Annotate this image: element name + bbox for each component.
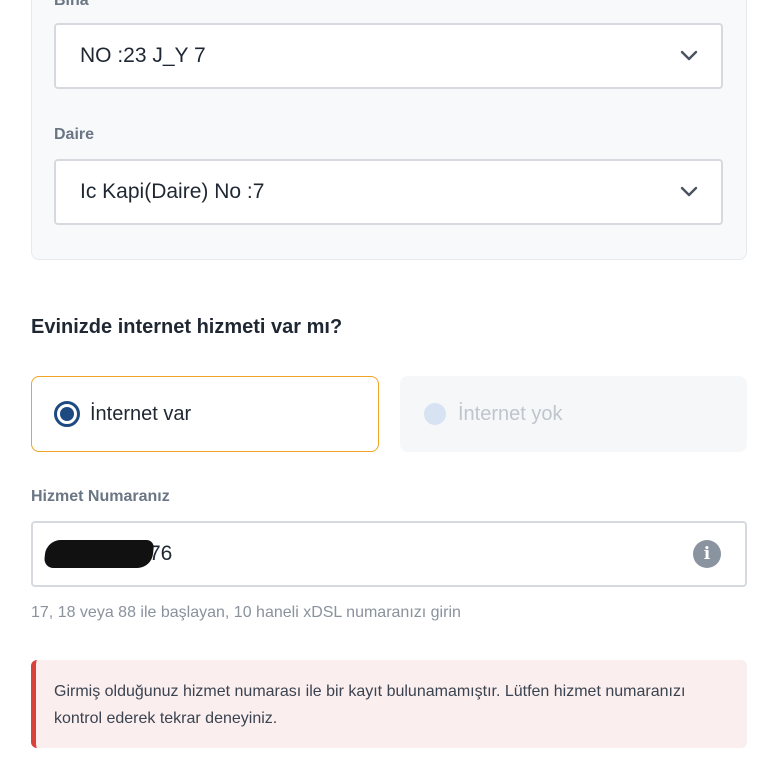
chevron-down-icon (679, 46, 699, 66)
radio-internet-yes[interactable]: İnternet var (31, 376, 379, 452)
chevron-down-icon (679, 182, 699, 202)
radio-internet-yes-label: İnternet var (90, 402, 192, 425)
page: Bina NO :23 J_Y 7 Daire Ic Kapi(Daire) N… (0, 0, 768, 768)
service-number-input[interactable]: 76 i (31, 521, 747, 587)
apartment-label: Daire (54, 126, 95, 143)
redaction-mark (43, 540, 155, 568)
error-alert: Girmiş olduğunuz hizmet numarası ile bir… (31, 660, 747, 748)
apartment-select-value: Ic Kapi(Daire) No :7 (80, 180, 265, 203)
building-select[interactable]: NO :23 J_Y 7 (54, 23, 723, 89)
radio-selected-icon (54, 401, 80, 427)
service-number-value: 76 (149, 542, 173, 565)
radio-unselected-icon (424, 403, 446, 425)
service-number-label: Hizmet Numaranız (31, 488, 170, 505)
service-number-hint: 17, 18 veya 88 ile başlayan, 10 haneli x… (31, 604, 461, 621)
building-select-value: NO :23 J_Y 7 (80, 44, 206, 67)
radio-internet-no-label: İnternet yok (458, 402, 563, 425)
info-icon[interactable]: i (693, 540, 721, 568)
radio-internet-no[interactable]: İnternet yok (400, 376, 747, 452)
apartment-select[interactable]: Ic Kapi(Daire) No :7 (54, 159, 723, 225)
internet-question-heading: Evinizde internet hizmeti var mı? (31, 316, 343, 338)
error-message: Girmiş olduğunuz hizmet numarası ile bir… (54, 683, 686, 727)
building-label: Bina (54, 0, 89, 9)
